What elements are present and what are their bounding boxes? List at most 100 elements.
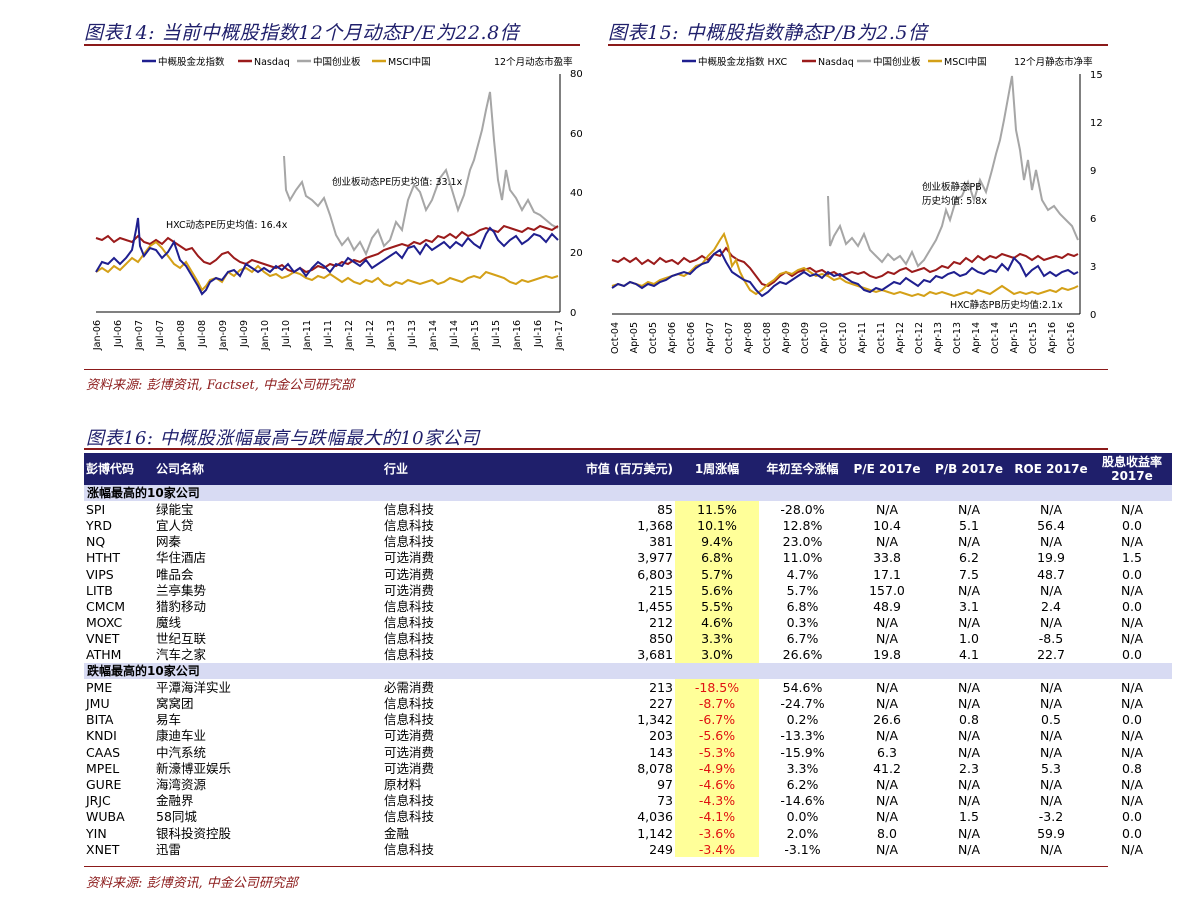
chart14-pe-chart: 中概股金龙指数 Nasdaq 中国创业板 MSCI中国 12个月动态市盈率 80…: [92, 56, 583, 351]
y-tick: 9: [1090, 166, 1096, 177]
x-tick: Jul-08: [197, 320, 208, 348]
x-tick: Jan-11: [302, 320, 313, 351]
pb-2017e-cell: N/A: [957, 793, 981, 809]
pb-2017e-cell: N/A: [957, 744, 981, 760]
ticker-cell: HTHT: [86, 550, 121, 566]
ticker-cell: SPI: [86, 501, 106, 517]
x-tick: Jan-12: [344, 320, 355, 351]
pb-2017e-cell: 7.5: [959, 566, 979, 582]
table-row: MOXC 魔线 信息科技 212 4.6% 0.3% N/A N/A N/A N/A: [84, 614, 1172, 631]
x-tick: Apr-13: [933, 322, 944, 353]
week-change-cell: 3.3%: [675, 630, 759, 647]
ticker-cell: GURE: [86, 776, 122, 792]
pe-2017e-cell: 33.8: [873, 550, 901, 566]
company-name-cell: 魔线: [156, 615, 182, 631]
top-movers-table: 彭博代码 公司名称 行业 市值 (百万美元) 1周涨幅 年初至今涨幅 P/E 2…: [84, 453, 1172, 858]
x-tick: Jan-07: [134, 320, 145, 351]
legend-label-msci: MSCI中国: [388, 56, 431, 68]
x-tick: Oct-07: [724, 322, 735, 354]
table-row: CMCM 猎豹移动 信息科技 1,455 5.5% 6.8% 48.9 3.1 2.4 0.0: [84, 598, 1172, 615]
company-name-cell: 汽车之家: [156, 647, 207, 663]
pb-2017e-cell: N/A: [957, 841, 981, 857]
dividend-yield-2017e-cell: 1.5: [1122, 550, 1142, 566]
x-tick: Apr-15: [1009, 322, 1020, 353]
col-header: P/B 2017e: [928, 453, 1010, 485]
roe-2017e-cell: 56.4: [1037, 517, 1065, 533]
week-change-cell: -3.6%: [675, 824, 759, 842]
x-tick: Apr-05: [629, 322, 640, 353]
company-name-cell: 58同城: [156, 809, 197, 825]
market-cap-cell: 1,368: [637, 517, 673, 533]
table-header-row: 彭博代码 公司名称 行业 市值 (百万美元) 1周涨幅 年初至今涨幅 P/E 2…: [84, 453, 1172, 485]
week-change-cell: -4.6%: [675, 776, 759, 793]
dividend-yield-2017e-cell: 0.0: [1122, 647, 1142, 663]
dividend-yield-2017e-cell: 0.0: [1122, 517, 1142, 533]
pe-2017e-cell: N/A: [875, 696, 899, 712]
industry-cell: 可选消费: [384, 760, 435, 776]
roe-2017e-cell: N/A: [1039, 793, 1063, 809]
chart14-title: 图表14: 当前中概股指数12个月动态P/E为22.8倍: [84, 22, 520, 44]
table-row: YRD 宜人贷 信息科技 1,368 10.1% 12.8% 10.4 5.1 56.4 0.0: [84, 517, 1172, 534]
ticker-cell: MPEL: [86, 760, 120, 776]
week-change-cell: -5.6%: [675, 727, 759, 744]
chart15-x-ticks: Oct-04 Apr-05 Oct-05 Apr-06 Oct-06 Apr-0…: [610, 322, 1077, 354]
pb-2017e-cell: N/A: [957, 501, 981, 517]
table-row: NQ 网秦 信息科技 381 9.4% 23.0% N/A N/A N/A N/A: [84, 533, 1172, 550]
market-cap-cell: 1,455: [637, 598, 673, 614]
industry-cell: 信息科技: [384, 615, 435, 631]
x-tick: Jan-10: [260, 320, 271, 351]
industry-cell: 必需消费: [384, 679, 435, 695]
dividend-yield-2017e-cell: 0.0: [1122, 712, 1142, 728]
ticker-cell: KNDI: [86, 728, 117, 744]
x-tick: Apr-10: [819, 322, 830, 353]
y-tick: 60: [570, 129, 583, 140]
dividend-yield-2017e-cell: N/A: [1120, 696, 1144, 712]
chart15-annotation-chinext-mean: 创业板静态PB: [922, 181, 982, 193]
y-tick: 6: [1090, 214, 1096, 225]
chart15-pb-chart: 中概股金龙指数 HXC Nasdaq 中国创业板 MSCI中国 12个月静态市净…: [610, 56, 1103, 354]
dividend-yield-2017e-cell: N/A: [1120, 631, 1144, 647]
x-tick: Oct-06: [686, 322, 697, 354]
company-name-cell: 易车: [156, 712, 182, 728]
chart15-y-ticks: 15 12 9 6 3 0: [1090, 70, 1103, 321]
y-tick: 80: [570, 69, 583, 80]
pe-2017e-cell: 41.2: [873, 760, 901, 776]
roe-2017e-cell: 59.9: [1037, 825, 1065, 841]
industry-cell: 可选消费: [384, 566, 435, 582]
week-change-cell: -4.3%: [675, 792, 759, 809]
table-row: YIN 银科投资控股 金融 1,142 -3.6% 2.0% 8.0 N/A 59.9 0.0: [84, 824, 1172, 842]
dividend-yield-2017e-cell: 0.0: [1122, 598, 1142, 614]
table-row: LITB 兰亭集势 可选消费 215 5.6% 5.7% 157.0 N/A N/A N/A: [84, 582, 1172, 599]
legend-label-nasdaq: Nasdaq: [818, 57, 854, 68]
x-tick: Oct-14: [990, 322, 1001, 354]
dividend-yield-2017e-cell: 0.0: [1122, 825, 1142, 841]
market-cap-cell: 3,681: [637, 647, 673, 663]
y-tick: 12: [1090, 118, 1103, 129]
pe-2017e-cell: N/A: [875, 776, 899, 792]
charts-bottom-rule: [84, 369, 1108, 370]
week-change-cell: 5.7%: [675, 565, 759, 583]
y-tick: 20: [570, 248, 583, 259]
ytd-change-cell: -3.1%: [784, 841, 821, 857]
roe-2017e-cell: 5.3: [1041, 760, 1061, 776]
ticker-cell: PME: [86, 679, 113, 695]
ytd-change-cell: -13.3%: [780, 728, 825, 744]
industry-cell: 信息科技: [384, 809, 435, 825]
company-name-cell: 银科投资控股: [156, 825, 232, 841]
week-change-cell: 4.6%: [675, 614, 759, 631]
x-tick: Oct-16: [1066, 322, 1077, 354]
x-tick: Jul-07: [155, 320, 166, 348]
ticker-cell: XNET: [86, 841, 120, 857]
pb-2017e-cell: N/A: [957, 696, 981, 712]
col-header: 1周涨幅: [675, 453, 759, 485]
pb-2017e-cell: 4.1: [959, 647, 979, 663]
col-header: 年初至今涨幅: [759, 453, 846, 485]
ticker-cell: CMCM: [86, 598, 126, 614]
pe-2017e-cell: N/A: [875, 501, 899, 517]
chart14-annotation-chinext-mean: 创业板动态PE历史均值: 33.1x: [332, 176, 463, 188]
industry-cell: 信息科技: [384, 631, 435, 647]
chart14-legend: 中概股金龙指数 Nasdaq 中国创业板 MSCI中国: [142, 56, 431, 68]
x-tick: Apr-12: [895, 322, 906, 353]
pe-2017e-cell: N/A: [875, 809, 899, 825]
col-header: 彭博代码: [84, 453, 154, 485]
